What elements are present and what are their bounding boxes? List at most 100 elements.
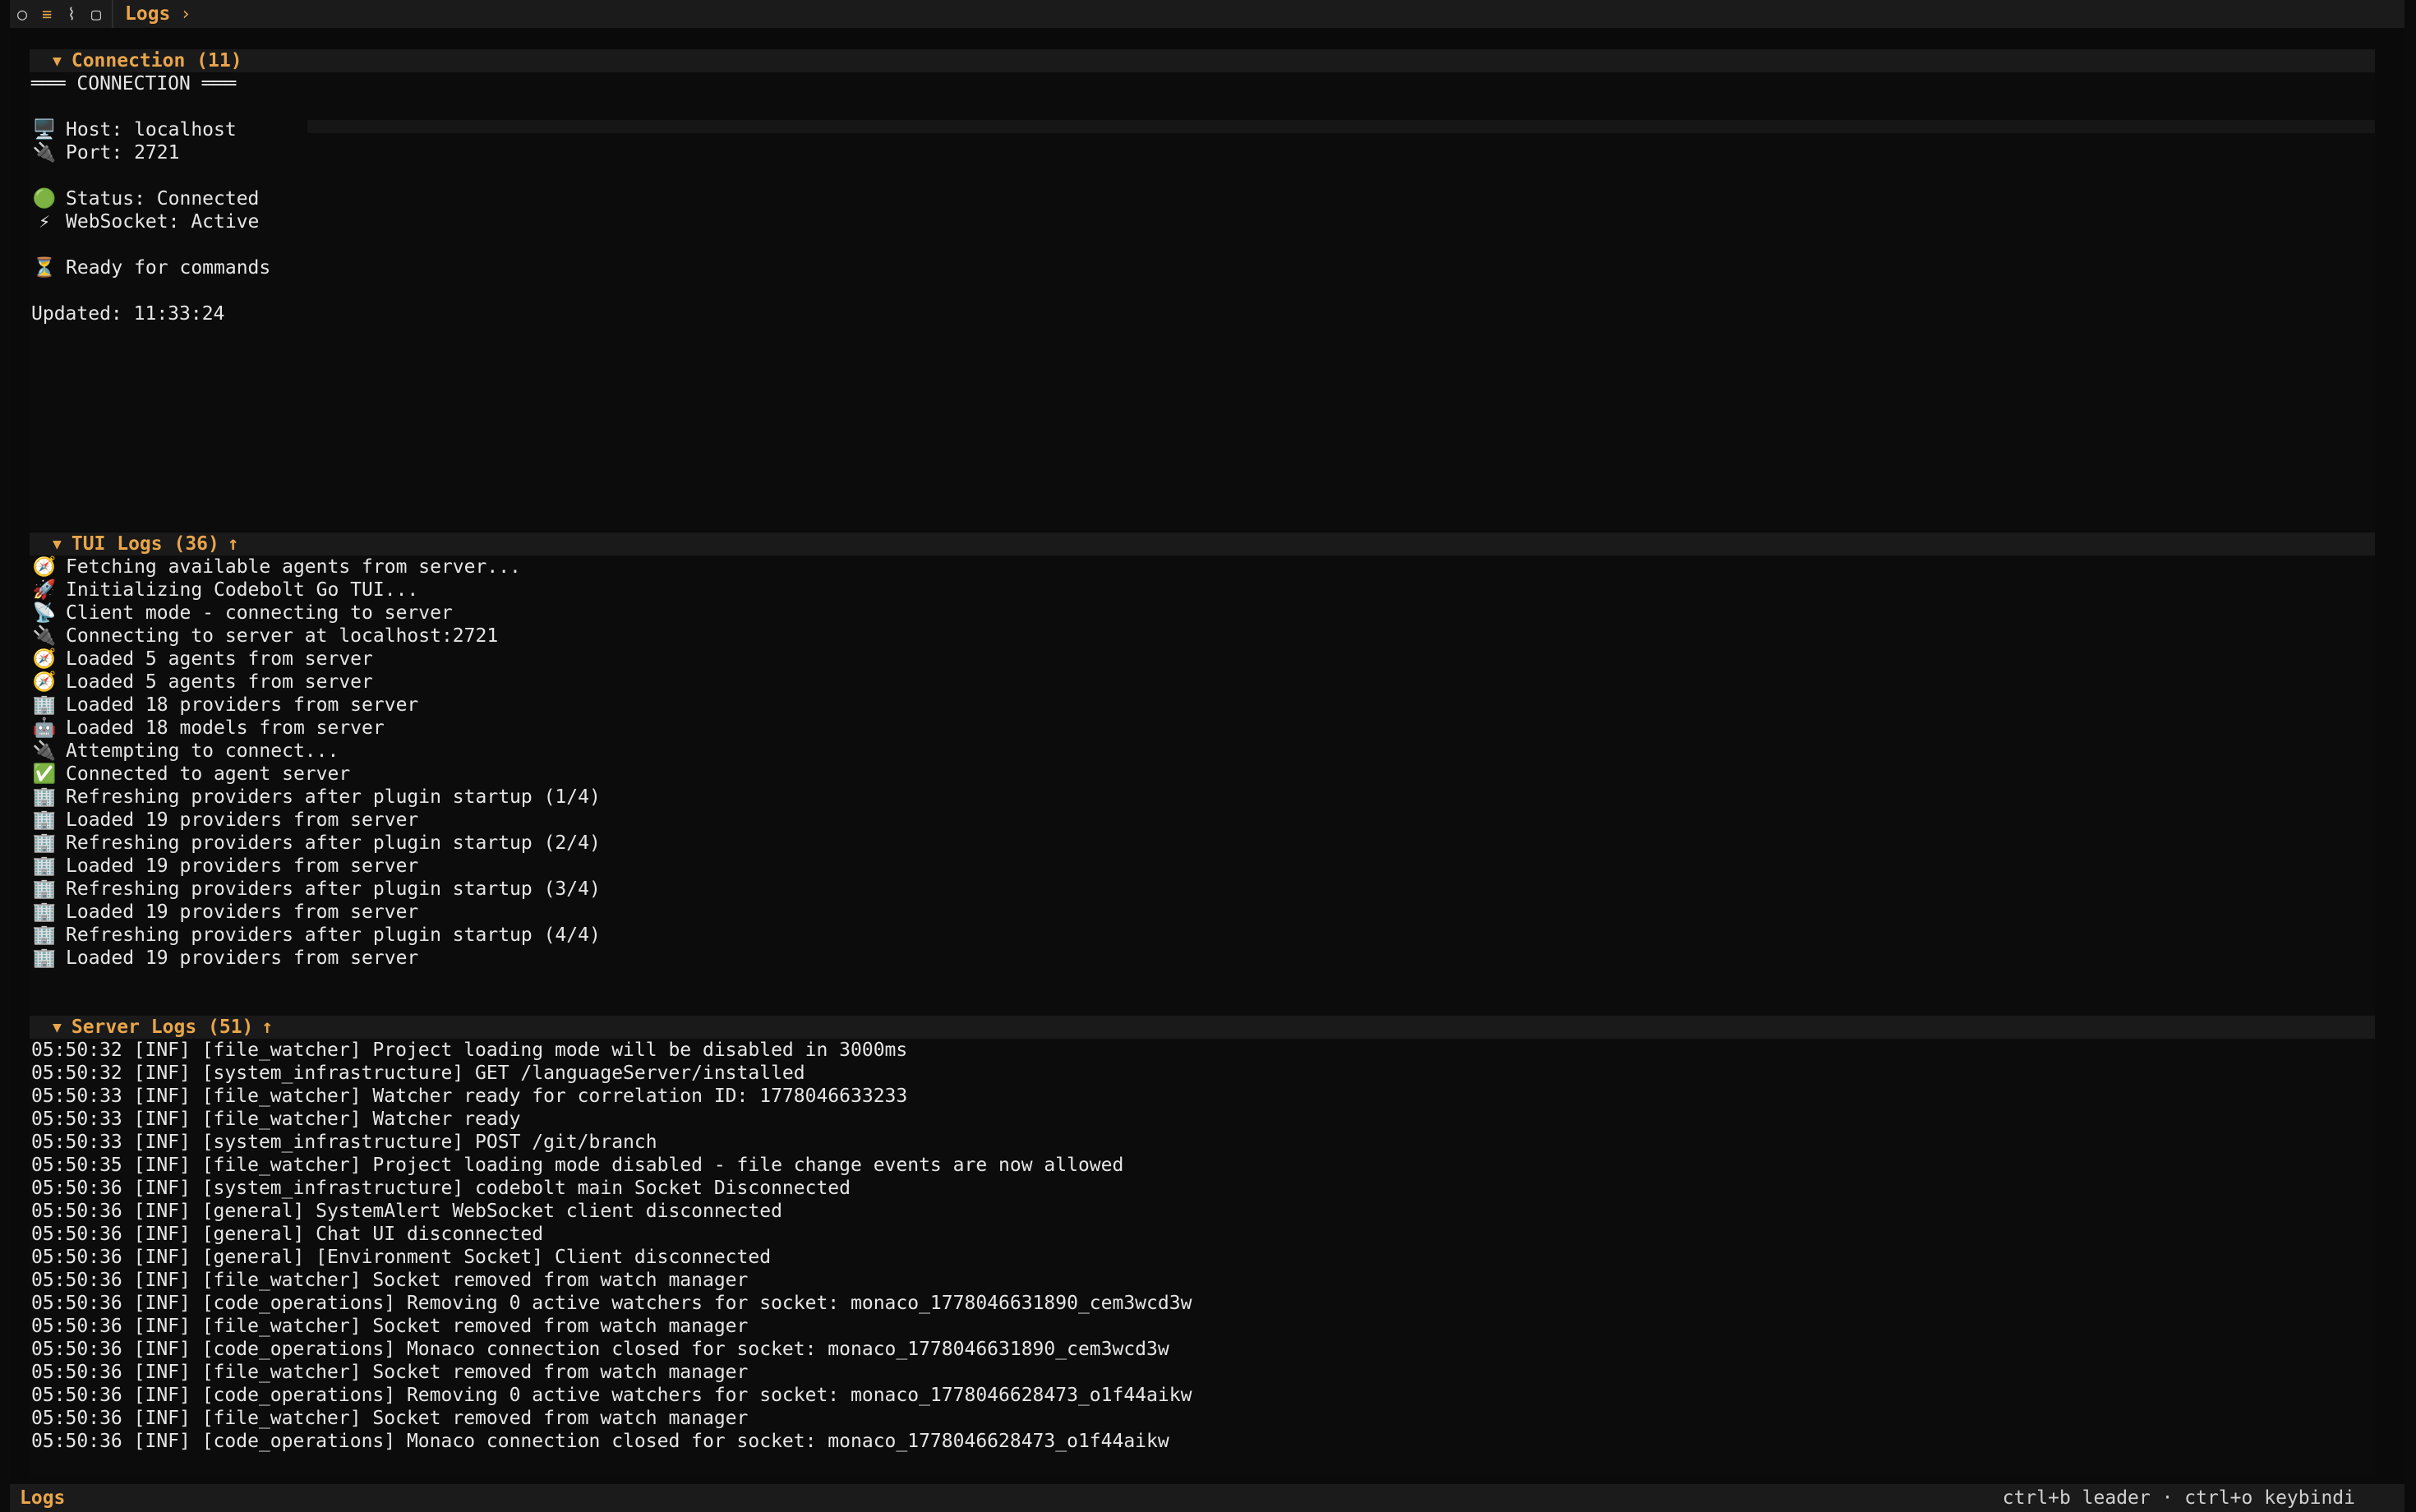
log-text: Loaded 5 agents from server (66, 648, 373, 670)
log-text: Loaded 19 providers from server (66, 855, 419, 877)
log-text: Refreshing providers after plugin startu… (66, 924, 601, 946)
status-line: 🟢 Status: Connected (31, 187, 260, 210)
server-log-row: 05:50:33 [INF] [system_infrastructure] P… (31, 1132, 657, 1153)
log-icon: 🏢 (32, 924, 57, 946)
log-text: Loaded 19 providers from server (66, 901, 419, 923)
square-icon[interactable]: ▢ (84, 0, 108, 28)
tui-log-row: 🏢 Refreshing providers after plugin start… (31, 924, 601, 947)
tui-log-row: 📡 Client mode - connecting to server (31, 602, 453, 625)
log-icon: 🔌 (32, 740, 57, 762)
connection-header-label: Connection (11) (71, 50, 242, 71)
websocket-text: WebSocket: Active (66, 211, 260, 233)
footer-title: Logs (20, 1487, 66, 1509)
log-icon: 🚀 (32, 579, 57, 601)
server-log-row: 05:50:36 [INF] [code_operations] Monaco … (31, 1431, 1169, 1452)
websocket-line: ⚡ WebSocket: Active (31, 210, 259, 233)
arrow-up-icon: ↑ (261, 1016, 274, 1038)
log-icon: 🧭 (32, 556, 57, 578)
tui-log-row: 🧭 Loaded 5 agents from server (31, 648, 373, 671)
green-circle-icon: 🟢 (32, 188, 57, 210)
connection-panel (30, 72, 2375, 531)
status-text: Status: Connected (66, 188, 260, 210)
log-text: Loaded 18 providers from server (66, 694, 419, 716)
connection-title: ═══ CONNECTION ═══ (31, 73, 237, 94)
server-log-row: 05:50:36 [INF] [system_infrastructure] c… (31, 1178, 851, 1199)
chart-icon[interactable]: ⌇ (59, 0, 84, 28)
server-log-row: 05:50:36 [INF] [file_watcher] Socket rem… (31, 1270, 749, 1291)
collapse-arrow-icon[interactable]: ▼ (53, 53, 62, 70)
log-icon: ✅ (32, 763, 57, 785)
server-logs-section-header[interactable]: ▼ Server Logs (51) ↑ (30, 1016, 2375, 1039)
log-icon: 🏢 (32, 786, 57, 808)
tui-log-row: 🧭 Loaded 5 agents from server (31, 671, 373, 694)
log-text: Refreshing providers after plugin startu… (66, 786, 601, 808)
tui-log-row: 🚀 Initializing Codebolt Go TUI... (31, 579, 419, 602)
chevron-right-icon: › (180, 3, 191, 25)
log-icon: 🏢 (32, 947, 57, 969)
log-text: Initializing Codebolt Go TUI... (66, 579, 419, 601)
status-bar: Logs ctrl+b leader · ctrl+o keybindi (10, 1484, 2404, 1512)
server-log-row: 05:50:36 [INF] [general] [Environment So… (31, 1247, 772, 1268)
log-text: Loaded 19 providers from server (66, 809, 419, 831)
tui-log-row: 🏢 Loaded 19 providers from server (31, 855, 419, 878)
monitor-icon: 🖥️ (32, 119, 57, 141)
tui-log-row: 🔌 Connecting to server at localhost:2721 (31, 625, 499, 648)
log-icon: 🏢 (32, 809, 57, 831)
collapse-arrow-icon[interactable]: ▼ (53, 536, 62, 553)
tui-log-row: 🤖 Loaded 18 models from server (31, 717, 385, 740)
tui-log-row: 🏢 Refreshing providers after plugin start… (31, 832, 601, 855)
tui-log-row: 🏢 Refreshing providers after plugin start… (31, 878, 601, 901)
ready-text: Ready for commands (66, 257, 271, 279)
tui-logs-section-header[interactable]: ▼ TUI Logs (36) ↑ (30, 532, 2375, 555)
lightning-icon: ⚡ (39, 211, 50, 233)
server-log-row: 05:50:36 [INF] [general] Chat UI disconn… (31, 1224, 544, 1245)
tui-log-row: 🏢 Loaded 19 providers from server (31, 947, 419, 970)
log-text: Loaded 18 models from server (66, 717, 385, 739)
log-icon: 🔌 (32, 625, 57, 647)
tui-log-row: 🏢 Loaded 19 providers from server (31, 809, 419, 832)
server-log-row: 05:50:36 [INF] [file_watcher] Socket rem… (31, 1408, 749, 1429)
server-log-row: 05:50:36 [INF] [file_watcher] Socket rem… (31, 1362, 749, 1383)
menu-icon[interactable]: ≡ (35, 0, 59, 28)
server-log-row: 05:50:36 [INF] [code_operations] Monaco … (31, 1339, 1169, 1360)
tui-log-row: 🏢 Loaded 18 providers from server (31, 694, 419, 717)
server-log-row: 05:50:36 [INF] [file_watcher] Socket rem… (31, 1316, 749, 1337)
collapse-arrow-icon[interactable]: ▼ (53, 1019, 62, 1036)
server-log-row: 05:50:36 [INF] [general] SystemAlert Web… (31, 1201, 782, 1222)
log-icon: 🏢 (32, 832, 57, 854)
log-icon: 🧭 (32, 648, 57, 670)
ready-line: ⏳ Ready for commands (31, 256, 271, 279)
tui-log-row: ✅ Connected to agent server (31, 763, 351, 786)
server-log-row: 05:50:35 [INF] [file_watcher] Project lo… (31, 1155, 1124, 1176)
port-line: 🔌 Port: 2721 (31, 141, 180, 164)
log-icon: 🏢 (32, 694, 57, 716)
server-log-row: 05:50:36 [INF] [code_operations] Removin… (31, 1293, 1192, 1314)
plug-icon: 🔌 (32, 142, 57, 164)
circle-icon[interactable]: ○ (10, 0, 35, 28)
server-log-row: 05:50:32 [INF] [file_watcher] Project lo… (31, 1040, 908, 1061)
keybinding-hint: ctrl+b leader · ctrl+o keybindi (2002, 1487, 2355, 1509)
updated-line: Updated: 11:33:24 (31, 303, 225, 325)
log-icon: 🏢 (32, 855, 57, 877)
host-line: 🖥️ Host: localhost (31, 118, 237, 141)
port-text: Port: 2721 (66, 142, 180, 164)
log-text: Client mode - connecting to server (66, 602, 453, 624)
log-text: Fetching available agents from server... (66, 556, 521, 578)
log-text: Loaded 19 providers from server (66, 947, 419, 969)
tui-log-row: 🔌 Attempting to connect... (31, 740, 339, 763)
log-icon: 🏢 (32, 878, 57, 900)
server-log-row: 05:50:36 [INF] [code_operations] Removin… (31, 1385, 1192, 1406)
server-log-row: 05:50:32 [INF] [system_infrastructure] G… (31, 1063, 805, 1084)
log-text: Refreshing providers after plugin startu… (66, 878, 601, 900)
tab-logs[interactable]: Logs (120, 3, 175, 25)
server-log-row: 05:50:33 [INF] [file_watcher] Watcher re… (31, 1086, 908, 1107)
log-icon: 🧭 (32, 671, 57, 693)
log-text: Attempting to connect... (66, 740, 339, 762)
tui-logs-header-label: TUI Logs (36) (71, 533, 219, 555)
toolbar-divider (112, 0, 113, 28)
connection-section-header[interactable]: ▼ Connection (11) (30, 49, 2375, 72)
tui-log-row: 🧭 Fetching available agents from server..… (31, 555, 521, 579)
tui-log-row: 🏢 Loaded 19 providers from server (31, 901, 419, 924)
tui-log-row: 🏢 Refreshing providers after plugin start… (31, 786, 601, 809)
server-log-row: 05:50:33 [INF] [file_watcher] Watcher re… (31, 1109, 521, 1130)
